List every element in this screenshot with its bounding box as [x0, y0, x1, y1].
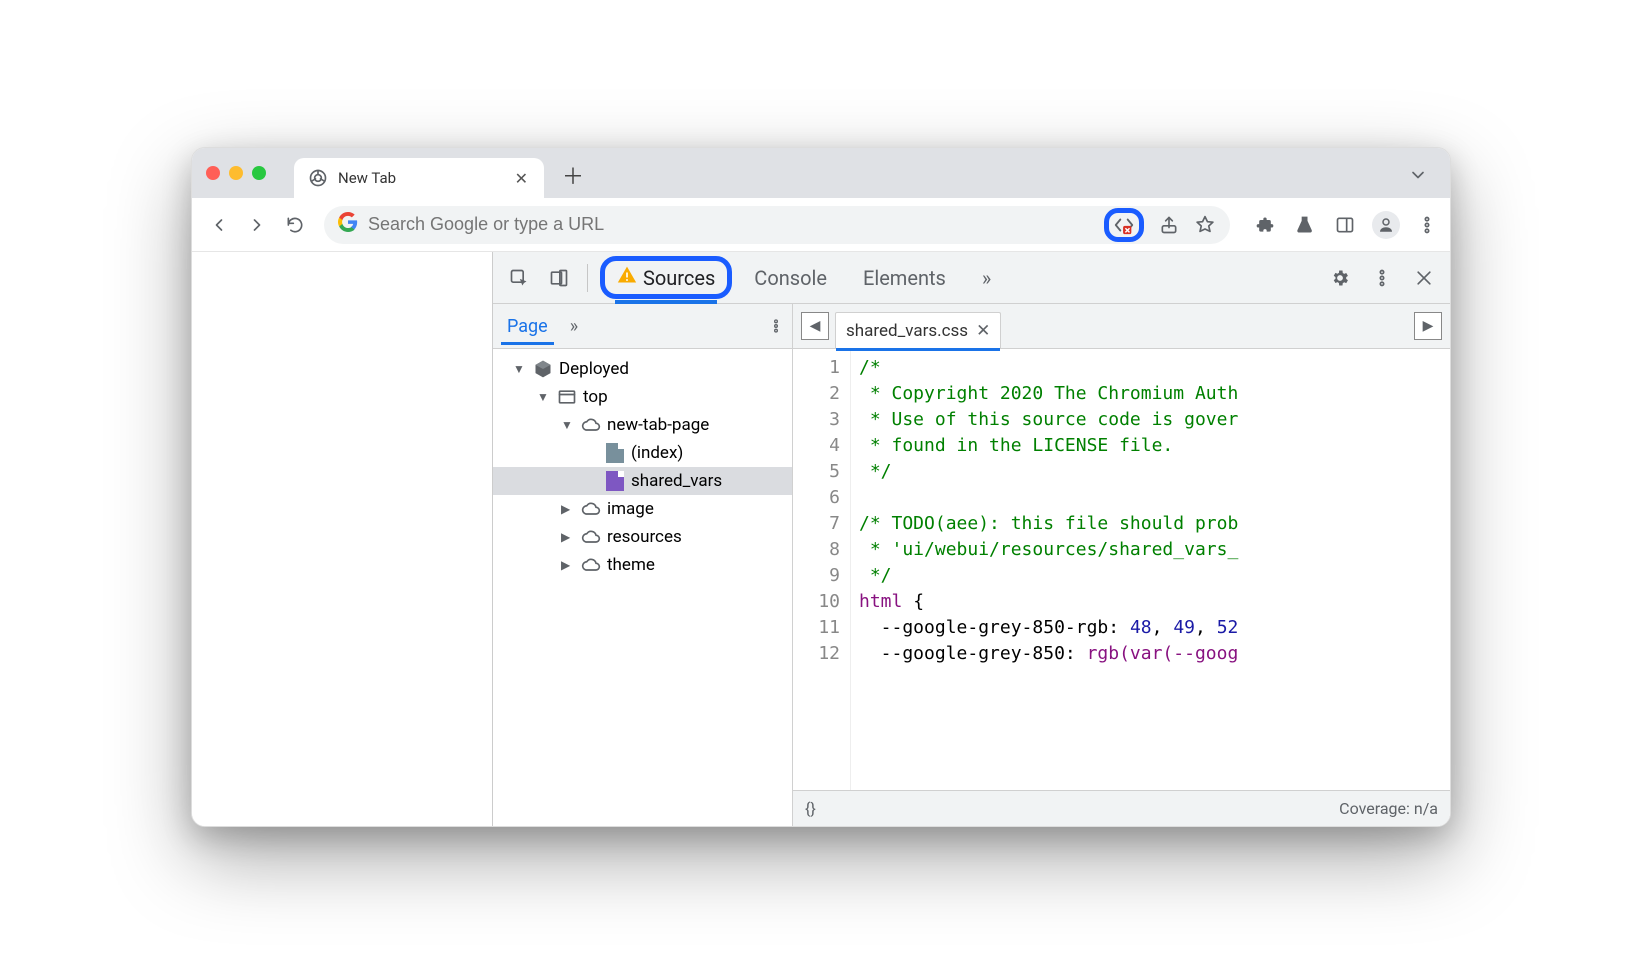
chrome-window: New Tab ✕ ＋	[191, 147, 1451, 827]
titlebar: New Tab ✕ ＋	[192, 148, 1450, 198]
forward-button[interactable]	[240, 208, 274, 242]
new-tab-button[interactable]: ＋	[552, 155, 594, 195]
tab-sources[interactable]: Sources	[600, 256, 732, 299]
file-tree: ▼ Deployed ▼ top ▼	[493, 349, 793, 826]
tab-console[interactable]: Console	[740, 260, 841, 296]
cloud-icon	[581, 499, 601, 519]
editor-statusbar: {} Coverage: n/a	[793, 790, 1450, 826]
toolbar-actions	[1252, 211, 1440, 239]
chevron-right-icon: ▶	[561, 530, 575, 544]
page-viewport	[192, 252, 492, 826]
chrome-logo-icon	[308, 168, 328, 188]
device-toolbar-button[interactable]	[543, 262, 575, 294]
tree-theme[interactable]: ▶ theme	[493, 551, 792, 579]
line-gutter: 123456789101112	[793, 349, 851, 790]
devtools-error-indicator[interactable]	[1104, 208, 1144, 242]
chevron-down-icon: ▼	[537, 390, 551, 404]
devtools-settings-icon[interactable]	[1324, 262, 1356, 294]
cube-icon	[533, 359, 553, 379]
cloud-icon	[581, 527, 601, 547]
browser-menu-icon[interactable]	[1414, 212, 1440, 238]
show-debugger-button[interactable]: ▶	[1414, 312, 1442, 340]
tab-overflow[interactable]: »	[968, 260, 1005, 296]
toolbar	[192, 198, 1450, 252]
warning-icon	[617, 265, 637, 290]
devtools-tabbar: Sources Console Elements »	[493, 252, 1450, 304]
tab-title: New Tab	[338, 169, 501, 187]
extensions-icon[interactable]	[1252, 212, 1278, 238]
navigator-tab-overflow[interactable]: »	[564, 308, 584, 345]
window-icon	[557, 387, 577, 407]
coverage-status: Coverage: n/a	[1339, 799, 1438, 818]
window-minimize[interactable]	[229, 166, 243, 180]
tree-resources[interactable]: ▶ resources	[493, 523, 792, 551]
cloud-icon	[581, 415, 601, 435]
code-content[interactable]: /* * Copyright 2020 The Chromium Auth * …	[851, 349, 1450, 790]
inspect-element-button[interactable]	[503, 262, 535, 294]
devtools-close-button[interactable]	[1408, 262, 1440, 294]
bookmark-star-icon[interactable]	[1194, 214, 1216, 236]
tree-deployed[interactable]: ▼ Deployed	[493, 355, 792, 383]
navigator-tab-page[interactable]: Page	[501, 308, 554, 345]
chevron-right-icon: ▶	[561, 502, 575, 516]
tree-file-shared-vars[interactable]: shared_vars	[493, 467, 792, 495]
code-scroll[interactable]: 123456789101112 /* * Copyright 2020 The …	[793, 349, 1450, 790]
pretty-print-button[interactable]: {}	[805, 799, 816, 818]
tab-overflow-button[interactable]	[1400, 161, 1436, 189]
tab-sources-label: Sources	[643, 266, 715, 290]
tab-close-button[interactable]: ✕	[511, 167, 532, 190]
show-navigator-button[interactable]: ◀	[801, 312, 829, 340]
navigator-more-icon[interactable]	[768, 318, 784, 334]
omnibox-actions	[1104, 208, 1216, 242]
editor-tabbar: ◀ shared_vars.css ✕ ▶	[793, 304, 1450, 348]
chevron-down-icon: ▼	[561, 418, 575, 432]
window-close[interactable]	[206, 166, 220, 180]
tree-new-tab-page[interactable]: ▼ new-tab-page	[493, 411, 792, 439]
code-editor: 123456789101112 /* * Copyright 2020 The …	[793, 349, 1450, 826]
file-icon	[605, 443, 625, 463]
open-file-tab[interactable]: shared_vars.css ✕	[835, 312, 1001, 348]
share-icon[interactable]	[1158, 214, 1180, 236]
browser-tab[interactable]: New Tab ✕	[294, 158, 544, 198]
divider	[587, 264, 588, 292]
open-file-name: shared_vars.css	[846, 321, 968, 341]
devtools-secondary-bar: Page » ◀ shared_vars.css ✕ ▶	[493, 304, 1450, 349]
chevron-right-icon: ▶	[561, 558, 575, 572]
google-g-icon	[338, 212, 358, 237]
omnibox-input[interactable]	[368, 214, 1094, 235]
window-zoom[interactable]	[252, 166, 266, 180]
tree-image[interactable]: ▶ image	[493, 495, 792, 523]
tree-top[interactable]: ▼ top	[493, 383, 792, 411]
reload-button[interactable]	[278, 208, 312, 242]
navigator-tabs: Page »	[493, 304, 793, 348]
labs-icon[interactable]	[1292, 212, 1318, 238]
devtools-more-icon[interactable]	[1366, 262, 1398, 294]
side-panel-icon[interactable]	[1332, 212, 1358, 238]
devtools-main: ▼ Deployed ▼ top ▼	[493, 349, 1450, 826]
omnibox[interactable]	[324, 206, 1230, 244]
cloud-icon	[581, 555, 601, 575]
tab-elements[interactable]: Elements	[849, 260, 960, 296]
tree-file-index[interactable]: (index)	[493, 439, 792, 467]
content-area: Sources Console Elements »	[192, 252, 1450, 826]
devtools-panel: Sources Console Elements »	[492, 252, 1450, 826]
file-icon	[605, 471, 625, 491]
profile-avatar[interactable]	[1372, 211, 1400, 239]
back-button[interactable]	[202, 208, 236, 242]
chevron-down-icon: ▼	[513, 362, 527, 376]
traffic-lights	[206, 166, 266, 180]
close-file-button[interactable]: ✕	[976, 321, 990, 341]
